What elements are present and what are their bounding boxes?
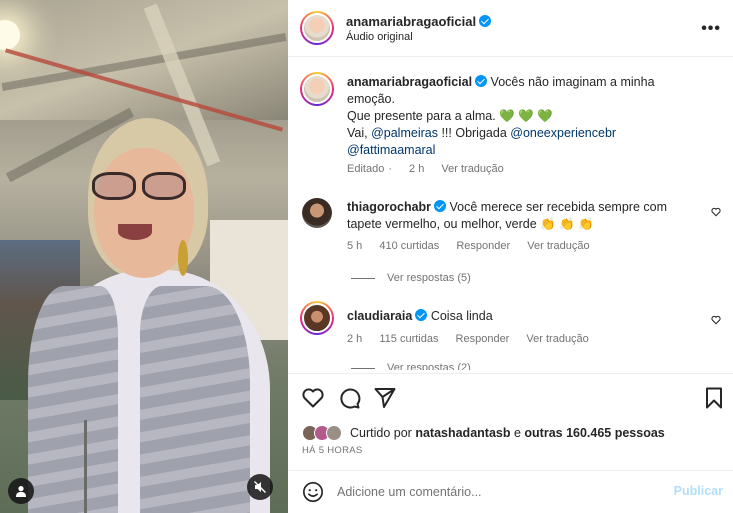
caption-line3-mid: !!! Obrigada [437, 126, 511, 140]
post-video[interactable] [0, 0, 288, 513]
vest-zipper [84, 420, 87, 513]
audio-link[interactable]: Áudio original [346, 31, 413, 43]
verified-icon [479, 15, 492, 27]
comment-username[interactable]: claudiaraia [347, 309, 412, 323]
comment-username[interactable]: thiagorochabr [347, 200, 431, 214]
caption-line3-pre: Vai, [347, 126, 372, 140]
commenter-avatar[interactable] [300, 301, 334, 335]
comment-text: claudiaraia Coisa linda [347, 308, 697, 325]
user-icon [16, 486, 26, 497]
commenter-avatar[interactable] [302, 198, 332, 228]
post-actions: Curtido por natashadantasb e outras 160.… [288, 373, 733, 476]
verified-icon [434, 200, 447, 212]
caption-username[interactable]: anamariabragaoficial [347, 75, 472, 89]
reply-button[interactable]: Responder [456, 333, 510, 345]
author-avatar[interactable] [300, 11, 334, 45]
see-translation-link[interactable]: Ver tradução [441, 163, 503, 175]
liked-by-mid: e [510, 426, 525, 440]
post-header: anamariabragaoficial Áudio original ••• [288, 0, 733, 57]
mute-button[interactable] [247, 474, 273, 500]
reply-button[interactable]: Responder [456, 240, 510, 252]
person-mouth [118, 224, 152, 240]
comment-meta: 2 h 115 curtidas Responder Ver tradução [347, 333, 603, 345]
comment-input[interactable] [337, 481, 657, 503]
caption-line2: Que presente para a alma. [347, 109, 496, 123]
author-username[interactable]: anamariabragaoficial [346, 14, 476, 29]
comment-like-icon[interactable] [711, 315, 721, 325]
verified-icon [475, 75, 488, 87]
mention-link[interactable]: @oneexperiencebr [510, 126, 616, 140]
caption-avatar[interactable] [300, 72, 334, 106]
comment-body: Coisa linda [430, 309, 493, 323]
tagged-users-button[interactable] [8, 478, 34, 504]
comment-time[interactable]: 5 h [347, 240, 362, 252]
person-vest [28, 286, 118, 513]
caption-time[interactable]: 2 h [409, 163, 424, 175]
comments-list[interactable]: anamariabragaoficial Vocês não imaginam … [288, 58, 733, 370]
caption-text: anamariabragaoficial Vocês não imaginam … [347, 74, 697, 159]
send-icon[interactable] [373, 386, 397, 410]
post-panel: anamariabragaoficial Áudio original ••• … [288, 0, 733, 513]
view-replies-button[interactable]: Ver respostas (2) [351, 362, 471, 370]
comment-meta: 5 h 410 curtidas Responder Ver tradução [347, 240, 604, 252]
earring [178, 240, 188, 276]
view-replies-button[interactable]: Ver respostas (5) [351, 272, 471, 284]
heart-icon[interactable] [301, 386, 325, 410]
comment-likes[interactable]: 115 curtidas [379, 333, 438, 345]
replies-line [351, 367, 375, 369]
more-horizontal-icon: ••• [701, 20, 721, 37]
verified-icon [415, 309, 428, 321]
replies-line [351, 277, 375, 279]
mention-link[interactable]: @palmeiras [371, 126, 438, 140]
comment-time[interactable]: 2 h [347, 333, 362, 345]
likes-summary: Curtido por natashadantasb e outras 160.… [350, 426, 665, 440]
emoji-icon[interactable] [302, 481, 324, 503]
liked-by-user[interactable]: natashadantasb [415, 426, 510, 440]
comment-like-icon[interactable] [711, 207, 721, 217]
see-translation-link[interactable]: Ver tradução [527, 240, 589, 252]
add-comment-bar: Publicar [288, 470, 733, 513]
view-replies-label: Ver respostas (2) [387, 362, 471, 370]
comment-text: thiagorochabr Você merece ser recebida s… [347, 199, 697, 233]
person-vest [140, 286, 250, 513]
likes-count-link[interactable]: outras 160.465 pessoas [524, 426, 664, 440]
mention-link[interactable]: @fattimaamaral [347, 143, 435, 157]
more-options-button[interactable]: ••• [701, 20, 721, 38]
bookmark-icon[interactable] [702, 386, 726, 410]
person-glasses [92, 172, 188, 202]
liked-by-avatars[interactable] [302, 425, 346, 441]
comment-likes[interactable]: 410 curtidas [379, 240, 439, 252]
comment-icon[interactable] [337, 386, 361, 410]
liked-by-prefix: Curtido por [350, 426, 416, 440]
caption-meta: Editado · 2 h Ver tradução [347, 163, 504, 175]
post-comment-button[interactable]: Publicar [674, 484, 723, 498]
edited-label: Editado [347, 163, 385, 175]
speaker-muted-icon [254, 481, 266, 493]
green-heart-emojis: 💚 💚 💚 [499, 109, 553, 123]
see-translation-link[interactable]: Ver tradução [526, 333, 588, 345]
view-replies-label: Ver respostas (5) [387, 272, 471, 284]
post-date[interactable]: HÁ 5 HORAS [302, 445, 363, 456]
